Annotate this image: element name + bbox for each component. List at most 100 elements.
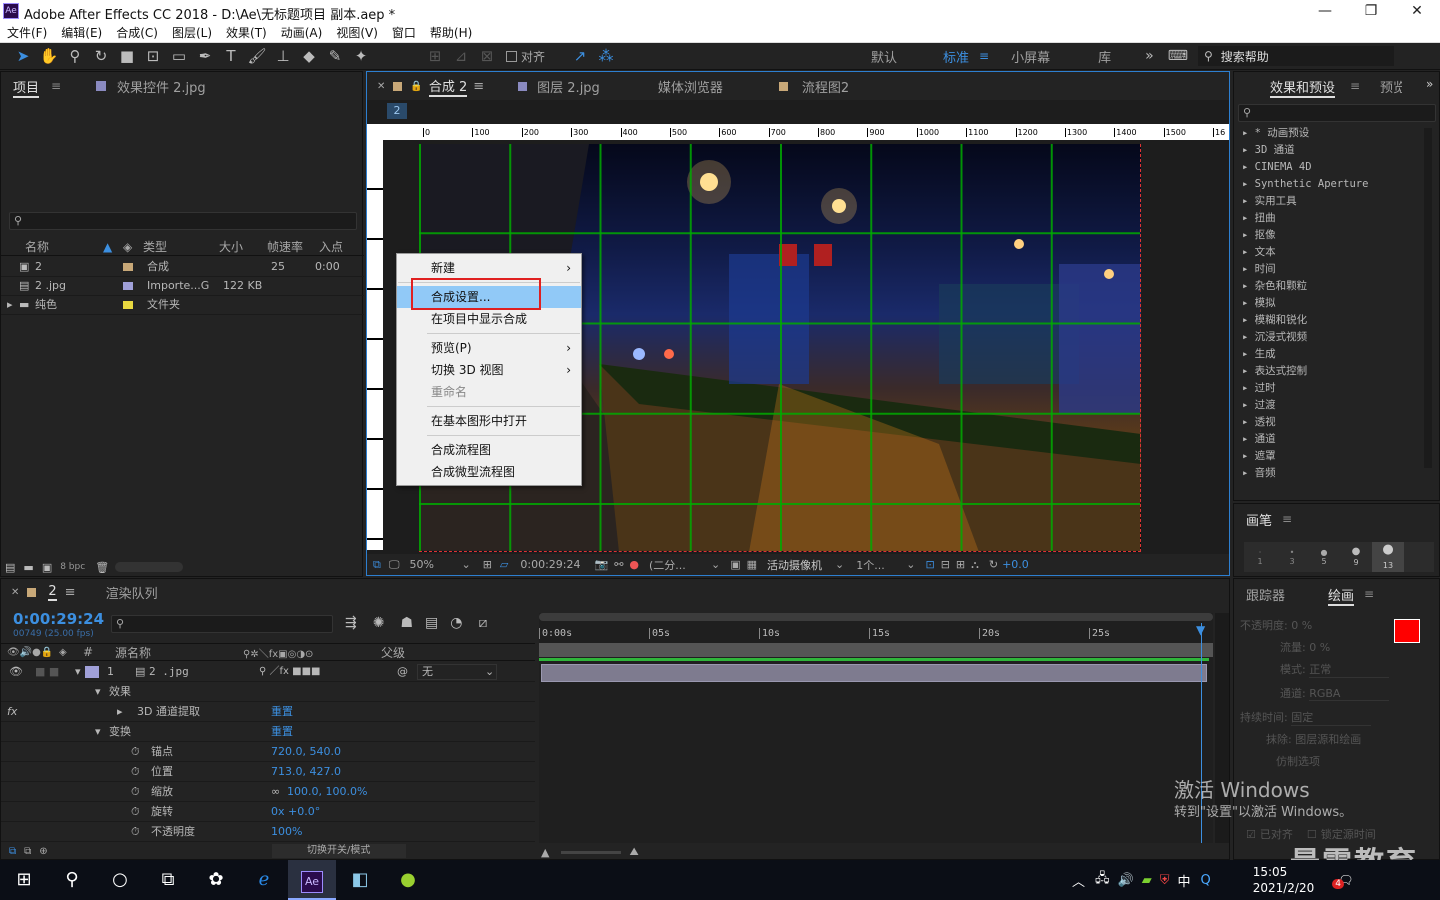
tab-preview[interactable]: 预览 (1380, 77, 1402, 96)
col-layer-number[interactable]: # (83, 645, 115, 659)
snap-grid-icon[interactable]: ⊠ (476, 45, 498, 67)
effects-search-input[interactable]: ⚲ (1238, 104, 1436, 122)
ie-browser-icon[interactable]: ℯ (240, 860, 288, 900)
effects-category[interactable]: ▸ CINEMA 4D (1236, 159, 1422, 176)
transfer-controls-icon[interactable]: ⧉ (24, 846, 31, 857)
flowchart-icon[interactable]: ⛬ (971, 558, 979, 572)
workspace-menu-icon[interactable]: ≡ (979, 49, 989, 63)
color-channel-icon[interactable]: ● (629, 558, 639, 571)
expand-arrow-icon[interactable]: ▾ (75, 662, 85, 682)
clone-stamp-tool-icon[interactable]: ⊥ (272, 45, 294, 67)
chevron-up-icon[interactable]: ︿ (1072, 871, 1085, 890)
folder-app-icon[interactable]: ◧ (336, 860, 384, 900)
time-graph[interactable]: 0:00s 05s 10s 15s 20s 25s ▼ (539, 613, 1213, 843)
brush-tip-selected[interactable]: ● 13 (1372, 542, 1404, 572)
nvidia-icon[interactable]: ▰ (1142, 873, 1152, 888)
menu-item-reveal-in-project[interactable]: 在项目中显示合成 (397, 308, 581, 330)
always-preview-icon[interactable]: ⧉ (373, 558, 381, 572)
effects-category[interactable]: ▸ 3D 通道 (1236, 142, 1422, 159)
tab-media-browser[interactable]: 媒体浏览器 (658, 77, 723, 96)
stopwatch-icon[interactable]: ⏱ (131, 782, 151, 802)
menu-view[interactable]: 视图(V) (336, 24, 378, 41)
eraser-tool-icon[interactable]: ◆ (298, 45, 320, 67)
expand-arrow-icon[interactable]: ▾ (95, 722, 109, 742)
menu-item-new[interactable]: 新建 › (397, 257, 581, 279)
network-icon[interactable]: 🖧 (1095, 869, 1110, 891)
paint-field[interactable]: 通道: RGBA (1240, 685, 1390, 709)
expand-arrow-icon[interactable]: ▸ (7, 295, 19, 315)
effects-category[interactable]: ▸ 抠像 (1236, 227, 1422, 244)
frame-blending-icon[interactable]: ▤ (425, 615, 438, 631)
property-value[interactable]: 重置 (271, 702, 293, 722)
fast-previews-icon[interactable]: ⊟ (941, 558, 950, 571)
property-row[interactable]: ⏱ 位置 713.0, 427.0 (1, 762, 535, 782)
brush-tip[interactable]: ● 5 (1308, 548, 1340, 566)
zoom-in-icon[interactable]: ⛰ (629, 845, 638, 859)
workspace-small-screen[interactable]: 小屏幕 (1011, 47, 1050, 66)
menu-effect[interactable]: 效果(T) (226, 24, 267, 41)
tab-layer[interactable]: 图层 2.jpg (537, 77, 600, 96)
exposure-value[interactable]: +0.0 (1002, 558, 1029, 571)
audio-solo-lock-toggles[interactable]: ■ ■ (35, 662, 75, 682)
resolution-dropdown[interactable]: (二分... (649, 557, 711, 573)
tab-timeline-comp[interactable]: 2 (48, 584, 57, 601)
timeline-search-input[interactable]: ⚲ (111, 615, 333, 633)
effects-category[interactable]: ▸ 扭曲 (1236, 210, 1422, 227)
paint-field[interactable]: 流量: 0 % (1240, 639, 1390, 661)
brushes-title[interactable]: 画笔 (1246, 510, 1272, 529)
effects-category[interactable]: ▸ 时间 (1236, 261, 1422, 278)
brush-tip[interactable]: ● 9 (1340, 546, 1372, 568)
selection-tool-icon[interactable]: ➤ (12, 45, 34, 67)
effects-category[interactable]: ▸ * 动画预设 (1236, 125, 1422, 142)
time-ruler[interactable]: 0:00s 05s 10s 15s 20s 25s (539, 625, 1213, 641)
property-value[interactable]: 0x +0.0° (271, 802, 320, 822)
property-value[interactable]: 100.0, 100.0% (287, 782, 367, 802)
paint-field[interactable]: 不透明度: 0 % (1240, 617, 1390, 639)
layer-duration-bar[interactable] (541, 664, 1207, 682)
roto-brush-tool-icon[interactable]: ✎ (324, 45, 346, 67)
pixel-aspect-icon[interactable]: ⊡ (925, 558, 934, 571)
tab-flowchart[interactable]: 流程图2 (802, 77, 849, 96)
effects-category[interactable]: ▸ 音频 (1236, 465, 1422, 482)
property-value[interactable]: 720.0, 540.0 (271, 742, 341, 762)
new-folder-icon[interactable]: ▬ (23, 561, 33, 574)
effects-category[interactable]: ▸ 实用工具 (1236, 193, 1422, 210)
project-item-image[interactable]: ▤ 2 .jpg Importe...G 122 KB (1, 277, 364, 296)
expand-arrow-icon[interactable]: ▾ (95, 682, 109, 702)
toggle-switches-modes-button[interactable]: 切换开关/模式 (271, 844, 406, 858)
reset-exposure-icon[interactable]: ↻ (989, 558, 998, 571)
sort-ascending-icon[interactable]: ▲ (103, 240, 123, 254)
snap-options-icon[interactable]: ⊿ (450, 45, 472, 67)
layer-switches[interactable]: ⚲ ／fx ■■■ (259, 662, 397, 682)
minimize-button[interactable]: — (1302, 0, 1348, 23)
sync-settings-icon[interactable]: ⌨ (1168, 48, 1188, 64)
pen-tool-icon[interactable]: ✒ (194, 45, 216, 67)
menu-edit[interactable]: 编辑(E) (61, 24, 102, 41)
effects-category[interactable]: ▸ 过渡 (1236, 397, 1422, 414)
region-of-interest-icon[interactable]: ▣ (730, 558, 740, 571)
hand-tool-icon[interactable]: ✋ (38, 45, 60, 67)
effects-category[interactable]: ▸ 透视 (1236, 414, 1422, 431)
brush-tool-icon[interactable]: 🖌 (246, 45, 268, 67)
chevron-down-icon[interactable]: ⌄ (906, 558, 915, 571)
tab-comp-2[interactable]: 合成 2 (428, 76, 468, 97)
effects-category[interactable]: ▸ Synthetic Aperture (1236, 176, 1422, 193)
col-fps[interactable]: 帧速率 (267, 238, 319, 255)
effects-category[interactable]: ▸ 文本 (1236, 244, 1422, 261)
visibility-eye-icon[interactable]: 👁 (9, 662, 35, 682)
col-size[interactable]: 大小 (219, 238, 267, 255)
paint-field[interactable]: 抹除: 图层源和绘画 (1240, 731, 1390, 753)
stopwatch-icon[interactable]: ⏱ (131, 742, 151, 762)
effects-scrollbar[interactable] (1424, 128, 1432, 468)
in-out-pane-icon[interactable]: ⊕ (39, 846, 47, 857)
timeline-zoom-slider[interactable] (561, 850, 622, 854)
workspace-standard[interactable]: 标准 (943, 47, 969, 66)
menu-animation[interactable]: 动画(A) (281, 24, 323, 41)
expand-arrow-icon[interactable]: ▸ (117, 702, 137, 722)
foreground-color-swatch[interactable] (1394, 619, 1420, 643)
after-effects-taskbar-icon[interactable]: Ae (288, 860, 336, 900)
pick-whip-icon[interactable]: @ (397, 662, 417, 682)
col-source-name[interactable]: 源名称 (115, 644, 243, 661)
help-search-field[interactable]: ⚲ 搜索帮助 (1197, 46, 1394, 66)
effects-category[interactable]: ▸ 杂色和颗粒 (1236, 278, 1422, 295)
